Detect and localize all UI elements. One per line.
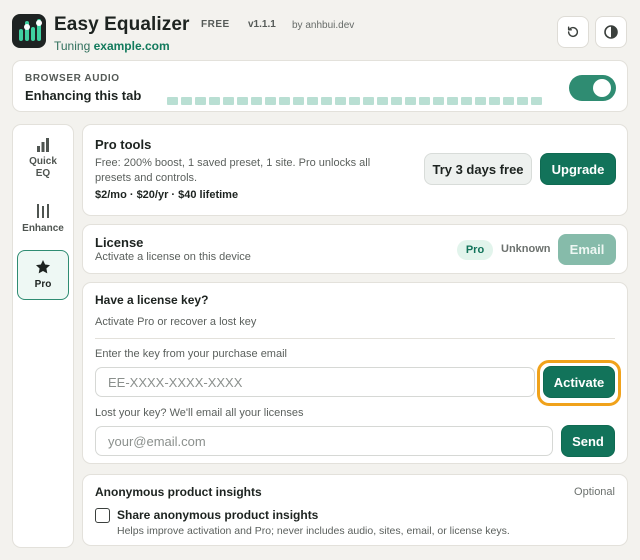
license-key-subtitle: Activate Pro or recover a lost key: [95, 316, 257, 328]
insights-checkbox-label[interactable]: Share anonymous product insights: [117, 508, 318, 522]
upgrade-button[interactable]: Upgrade: [540, 153, 616, 185]
license-key-input[interactable]: [95, 367, 535, 397]
audio-enable-toggle[interactable]: [569, 75, 616, 101]
audio-status: Enhancing this tab: [25, 88, 142, 103]
theme-toggle-button[interactable]: [595, 16, 627, 48]
license-tier-badge: Pro: [457, 240, 493, 260]
activate-button[interactable]: Activate: [543, 366, 615, 398]
send-button[interactable]: Send: [561, 425, 615, 457]
optional-label: Optional: [574, 486, 615, 498]
tuning-site-name: example.com: [93, 39, 170, 53]
app-logo-icon: [12, 14, 46, 48]
license-subtitle: Activate a license on this device: [95, 251, 251, 263]
email-license-button[interactable]: Email: [558, 234, 616, 265]
license-status: Unknown: [501, 243, 551, 255]
author-label: by anhbui.dev: [292, 20, 355, 31]
insights-help-text: Helps improve activation and Pro; never …: [117, 525, 510, 537]
browser-audio-label: BROWSER AUDIO: [25, 73, 120, 84]
sidebar-item-enhance[interactable]: Enhance: [17, 203, 69, 253]
lost-key-label: Lost your key? We'll email all your lice…: [95, 407, 304, 419]
pro-tools-title: Pro tools: [95, 137, 152, 152]
pro-tools-description: Free: 200% boost, 1 saved preset, 1 site…: [95, 157, 371, 184]
recovery-email-input[interactable]: [95, 426, 553, 456]
insights-card: Anonymous product insights Optional Shar…: [82, 474, 628, 546]
license-key-card: Have a license key? Activate Pro or reco…: [82, 282, 628, 464]
reset-icon: [567, 26, 579, 38]
insights-title: Anonymous product insights: [95, 485, 262, 499]
audio-level-meter: [167, 97, 542, 105]
app-title: Easy Equalizer: [54, 14, 190, 35]
sidebar-item-label: Pro: [34, 279, 52, 290]
browser-audio-card: BROWSER AUDIO Enhancing this tab: [12, 60, 628, 112]
license-key-label: Enter the key from your purchase email: [95, 348, 287, 360]
license-title: License: [95, 235, 144, 250]
toggle-knob: [593, 79, 611, 97]
pricing-label: $2/mo · $20/yr · $40 lifetime: [95, 189, 239, 201]
license-key-title: Have a license key?: [95, 293, 209, 307]
contrast-icon: [604, 25, 618, 39]
reset-button[interactable]: [557, 16, 589, 48]
plan-badge: FREE: [201, 19, 230, 30]
insights-checkbox[interactable]: [95, 508, 110, 523]
license-card: License Activate a license on this devic…: [82, 224, 628, 274]
divider: [95, 338, 615, 339]
tuning-site: Tuning example.com: [54, 39, 170, 53]
sidebar-item-label: Enhance: [22, 223, 64, 234]
pro-tools-card: Pro tools Free: 200% boost, 1 saved pres…: [82, 124, 628, 216]
try-free-button[interactable]: Try 3 days free: [424, 153, 532, 185]
version-label: v1.1.1: [248, 19, 276, 30]
sidebar-item-quick-eq[interactable]: Quick EQ: [17, 137, 69, 187]
sidebar-nav: Quick EQ Enhance Pro: [12, 124, 74, 548]
sidebar-item-label: Quick EQ: [29, 156, 57, 179]
star-icon: [36, 260, 50, 274]
tuning-prefix: Tuning: [54, 39, 91, 53]
sliders-icon: [37, 204, 49, 218]
bar-chart-icon: [37, 138, 49, 152]
sidebar-item-pro[interactable]: Pro: [17, 250, 69, 300]
app-header: Easy Equalizer FREE v1.1.1 by anhbui.dev…: [12, 14, 628, 54]
